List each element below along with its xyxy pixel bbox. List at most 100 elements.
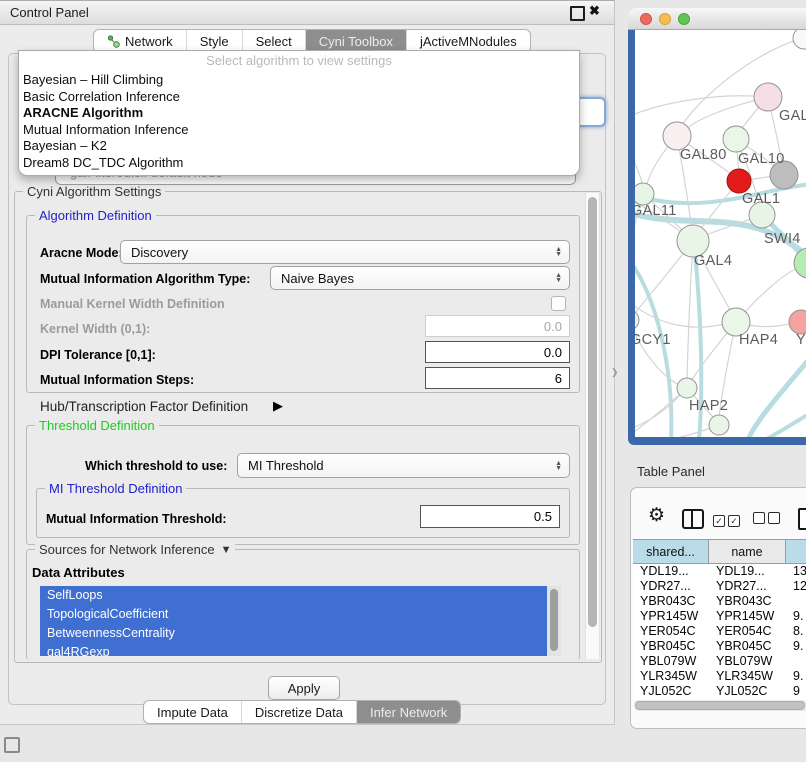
node[interactable]: [709, 415, 729, 435]
kernel-width-field[interactable]: 0.0: [425, 315, 570, 337]
table-row[interactable]: YER054CYER054C8.: [633, 624, 806, 639]
node-gal10[interactable]: [723, 126, 749, 152]
export-table-icon[interactable]: [798, 508, 806, 530]
manual-kernel-label: Manual Kernel Width Definition: [40, 297, 225, 311]
table-horizontal-scrollbar[interactable]: [634, 700, 806, 711]
tab-infer-network[interactable]: Infer Network: [357, 701, 460, 723]
node-gal[interactable]: [754, 83, 782, 111]
node-gal11[interactable]: [635, 183, 654, 205]
data-attributes-label: Data Attributes: [32, 565, 125, 580]
minimized-panel-icon[interactable]: [4, 737, 20, 753]
node-label: GAL: [779, 108, 806, 124]
node-green[interactable]: [794, 248, 806, 278]
expand-right-arrow-icon[interactable]: ▶: [273, 398, 283, 414]
column-header-shared[interactable]: shared...: [633, 540, 709, 563]
list-item[interactable]: SelfLoops: [40, 586, 547, 605]
data-attributes-list[interactable]: SelfLoops TopologicalCoefficient Between…: [40, 586, 547, 656]
tab-network[interactable]: Network: [94, 30, 187, 52]
apply-button[interactable]: Apply: [268, 676, 340, 700]
cell-value: [786, 594, 806, 609]
algorithm-option[interactable]: Dream8 DC_TDC Algorithm: [19, 155, 579, 172]
node-hap2[interactable]: [677, 378, 697, 398]
mi-threshold-field[interactable]: 0.5: [420, 505, 560, 528]
algorithm-option-selected[interactable]: ARACNE Algorithm: [19, 105, 579, 122]
table-row[interactable]: YBL079WYBL079W: [633, 654, 806, 669]
node-label: HAP2: [689, 398, 728, 414]
tab-select-label: Select: [256, 34, 292, 49]
table-row[interactable]: YDR27...YDR27...12: [633, 579, 806, 594]
algorithm-option[interactable]: Basic Correlation Inference: [19, 89, 579, 106]
tab-impute-data-label: Impute Data: [157, 705, 228, 720]
column-browser-icon[interactable]: [682, 509, 704, 529]
table-row[interactable]: YPR145WYPR145W9.: [633, 609, 806, 624]
manual-kernel-checkbox[interactable]: [551, 296, 566, 311]
float-window-icon[interactable]: [570, 6, 585, 21]
zoom-traffic-light-icon[interactable]: [678, 13, 690, 25]
node-label: GCY1: [635, 332, 671, 348]
control-panel-titlebar[interactable]: Control Panel ✖: [0, 1, 614, 25]
column-header-name[interactable]: name: [709, 540, 786, 563]
table-row[interactable]: YJL052CYJL052C9: [633, 684, 806, 699]
table-row[interactable]: YBR043CYBR043C: [633, 594, 806, 609]
hub-tf-definition-label[interactable]: Hub/Transcription Factor Definition: [40, 399, 248, 414]
dpi-tolerance-field[interactable]: 0.0: [425, 341, 570, 363]
cell-name: YBR043C: [709, 594, 786, 609]
mi-threshold-label: Mutual Information Threshold:: [46, 512, 227, 526]
list-item[interactable]: TopologicalCoefficient: [40, 605, 547, 624]
mi-steps-field[interactable]: 6: [425, 367, 570, 389]
settings-scrollbar-thumb[interactable]: [588, 197, 597, 627]
select-all-checkboxes-icon[interactable]: ✓✓: [713, 512, 743, 527]
cell-shared: YJL052C: [633, 684, 709, 699]
node-gal1[interactable]: [727, 169, 751, 193]
table-row[interactable]: YBR045CYBR045C9.: [633, 639, 806, 654]
attr-list-scrollbar[interactable]: [547, 586, 561, 656]
node-gcy1[interactable]: [635, 310, 639, 330]
network-graph[interactable]: GAL GAL80 GAL10 GAL1 GAL11 SWI4 GAL4 GCY…: [635, 30, 806, 437]
tab-discretize-data[interactable]: Discretize Data: [242, 701, 357, 723]
algorithm-option[interactable]: Bayesian – K2: [19, 138, 579, 155]
tab-style-label: Style: [200, 34, 229, 49]
attr-list-scrollbar-thumb[interactable]: [550, 589, 558, 651]
collapse-down-arrow-icon[interactable]: ▼: [221, 544, 232, 556]
node-gal80[interactable]: [663, 122, 691, 150]
node[interactable]: [793, 30, 806, 49]
tab-impute-data[interactable]: Impute Data: [144, 701, 242, 723]
deselect-all-checkboxes-icon[interactable]: [753, 512, 783, 527]
which-threshold-value: MI Threshold: [248, 458, 324, 473]
network-canvas[interactable]: GAL GAL80 GAL10 GAL1 GAL11 SWI4 GAL4 GCY…: [635, 30, 806, 437]
aracne-mode-combo[interactable]: Discovery ▲▼: [120, 240, 570, 264]
sources-title-wrap[interactable]: Sources for Network Inference ▼: [35, 542, 235, 557]
panel-splitter-arrow-icon[interactable]: ❯: [611, 367, 619, 378]
network-window-titlebar[interactable]: [628, 8, 806, 30]
list-item[interactable]: gal4RGexp: [40, 643, 547, 656]
algorithm-option[interactable]: Mutual Information Inference: [19, 122, 579, 139]
dpi-tolerance-label: DPI Tolerance [0,1]:: [40, 348, 156, 362]
algorithm-select-popup: Select algorithm to view settings Bayesi…: [18, 50, 580, 176]
list-item[interactable]: BetweennessCentrality: [40, 624, 547, 643]
control-panel-window: Control Panel ✖ Network Style Select Cyn…: [0, 0, 615, 725]
table-row[interactable]: YLR345WYLR345W9.: [633, 669, 806, 684]
aracne-mode-value: Discovery: [131, 245, 188, 260]
close-traffic-light-icon[interactable]: [640, 13, 652, 25]
table-horizontal-scrollbar-thumb[interactable]: [635, 701, 805, 710]
table-row[interactable]: YDL19...YDL19...13: [633, 564, 806, 579]
mi-type-label: Mutual Information Algorithm Type:: [40, 272, 250, 286]
network-view-window: GAL GAL80 GAL10 GAL1 GAL11 SWI4 GAL4 GCY…: [628, 8, 806, 445]
cyni-algorithm-settings-title: Cyni Algorithm Settings: [23, 184, 165, 199]
minimize-traffic-light-icon[interactable]: [659, 13, 671, 25]
mi-type-combo[interactable]: Naive Bayes ▲▼: [270, 266, 570, 290]
algorithm-option[interactable]: Bayesian – Hill Climbing: [19, 72, 579, 89]
column-header-partial[interactable]: [786, 540, 806, 563]
node-label: GAL4: [694, 253, 732, 269]
mi-steps-label: Mutual Information Steps:: [40, 373, 194, 387]
tab-style[interactable]: Style: [187, 30, 243, 52]
gear-icon[interactable]: ⚙: [648, 506, 665, 525]
tab-cyni-toolbox[interactable]: Cyni Toolbox: [306, 30, 407, 52]
node-pink[interactable]: [789, 310, 806, 334]
settings-scrollbar[interactable]: [585, 193, 600, 659]
which-threshold-combo[interactable]: MI Threshold ▲▼: [237, 453, 570, 478]
tab-select[interactable]: Select: [243, 30, 306, 52]
tab-jactivemnodules[interactable]: jActiveMNodules: [407, 30, 530, 52]
node-label: SWI4: [764, 231, 801, 247]
close-icon[interactable]: ✖: [589, 3, 600, 19]
